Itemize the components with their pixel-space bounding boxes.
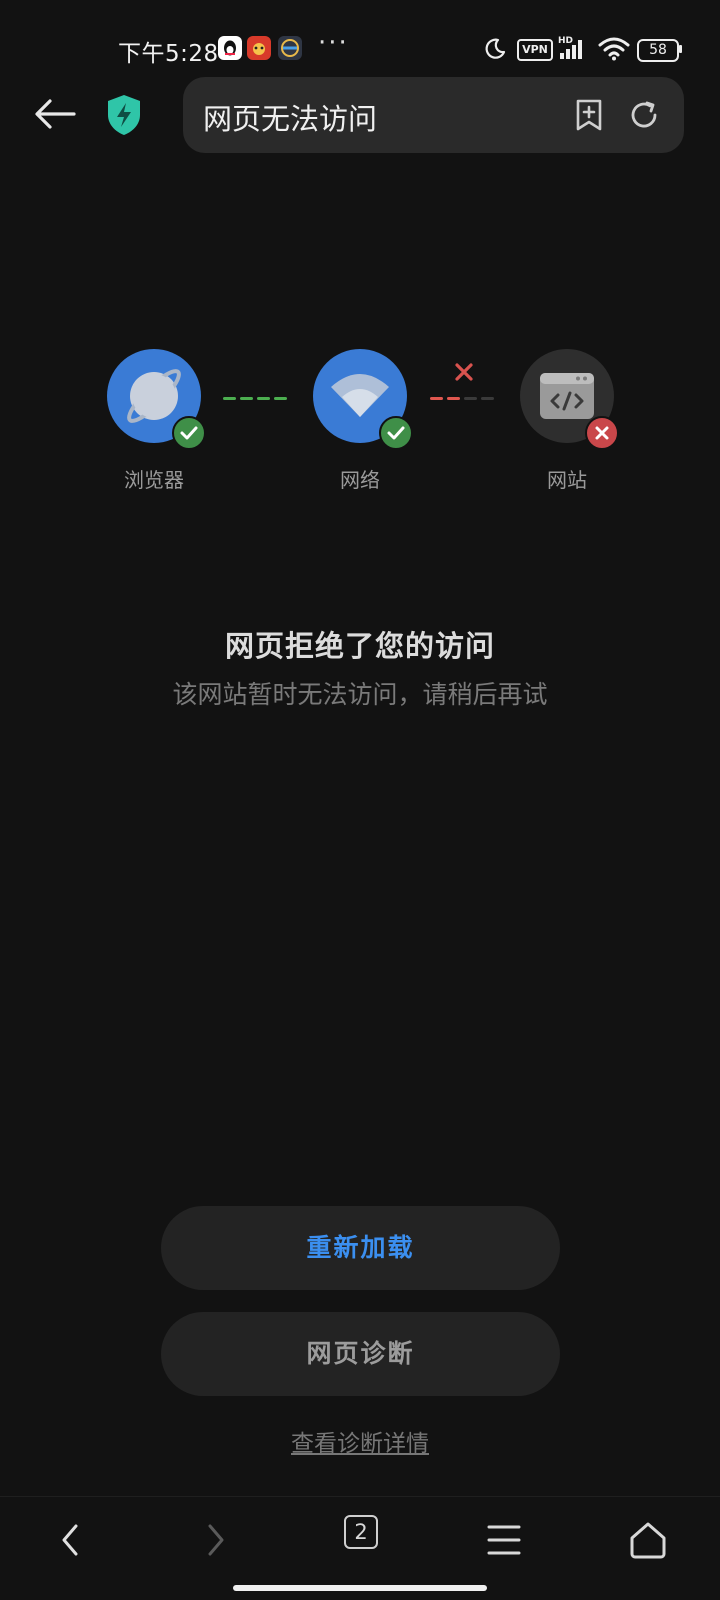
home-indicator[interactable] xyxy=(233,1585,487,1591)
diagnose-details-link[interactable]: 查看诊断详情 xyxy=(0,1424,720,1458)
home-icon[interactable] xyxy=(618,1510,678,1570)
error-title: 网页拒绝了您的访问 xyxy=(224,629,495,663)
url-title[interactable]: 网页无法访问 xyxy=(203,96,377,138)
add-bookmark-icon[interactable] xyxy=(574,98,604,132)
shield-bolt-icon[interactable] xyxy=(104,93,144,137)
status-time: 下午5:28 xyxy=(118,41,219,67)
refresh-icon[interactable] xyxy=(628,99,660,131)
network-ok-badge xyxy=(379,416,413,450)
error-subtitle: 该网站暂时无法访问，请稍后再试 xyxy=(172,680,548,709)
signal-icon xyxy=(558,38,588,60)
moon-icon xyxy=(483,37,507,61)
status-overflow: ··· xyxy=(318,28,349,58)
link-dash xyxy=(274,397,287,400)
website-error-badge xyxy=(585,416,619,450)
qq-notification-icon xyxy=(218,36,242,60)
link-dash xyxy=(464,397,477,400)
battery-tip xyxy=(679,45,682,53)
menu-icon[interactable] xyxy=(474,1510,534,1570)
back-arrow-icon[interactable] xyxy=(32,96,78,132)
forward-icon[interactable] xyxy=(186,1510,246,1570)
app-notification-icon xyxy=(247,36,271,60)
diagnose-button[interactable]: 网页诊断 xyxy=(161,1312,560,1396)
wifi-icon xyxy=(598,37,630,61)
link-dash xyxy=(240,397,253,400)
link-dash xyxy=(223,397,236,400)
battery-indicator: 58 xyxy=(637,39,679,62)
back-icon[interactable] xyxy=(40,1510,100,1570)
browser-label: 浏览器 xyxy=(124,468,184,492)
nav-divider xyxy=(0,1496,720,1497)
website-label: 网站 xyxy=(547,468,587,492)
network-label: 网络 xyxy=(340,468,380,492)
link-dash xyxy=(447,397,460,400)
tabs-icon[interactable]: 2 xyxy=(344,1515,378,1549)
browser-ok-badge xyxy=(172,416,206,450)
link-error-icon xyxy=(453,361,475,383)
app-notification-icon-2 xyxy=(278,36,302,60)
link-dash xyxy=(481,397,494,400)
reload-button[interactable]: 重新加载 xyxy=(161,1206,560,1290)
link-dash xyxy=(430,397,443,400)
link-dash xyxy=(257,397,270,400)
vpn-badge: VPN xyxy=(517,39,553,61)
